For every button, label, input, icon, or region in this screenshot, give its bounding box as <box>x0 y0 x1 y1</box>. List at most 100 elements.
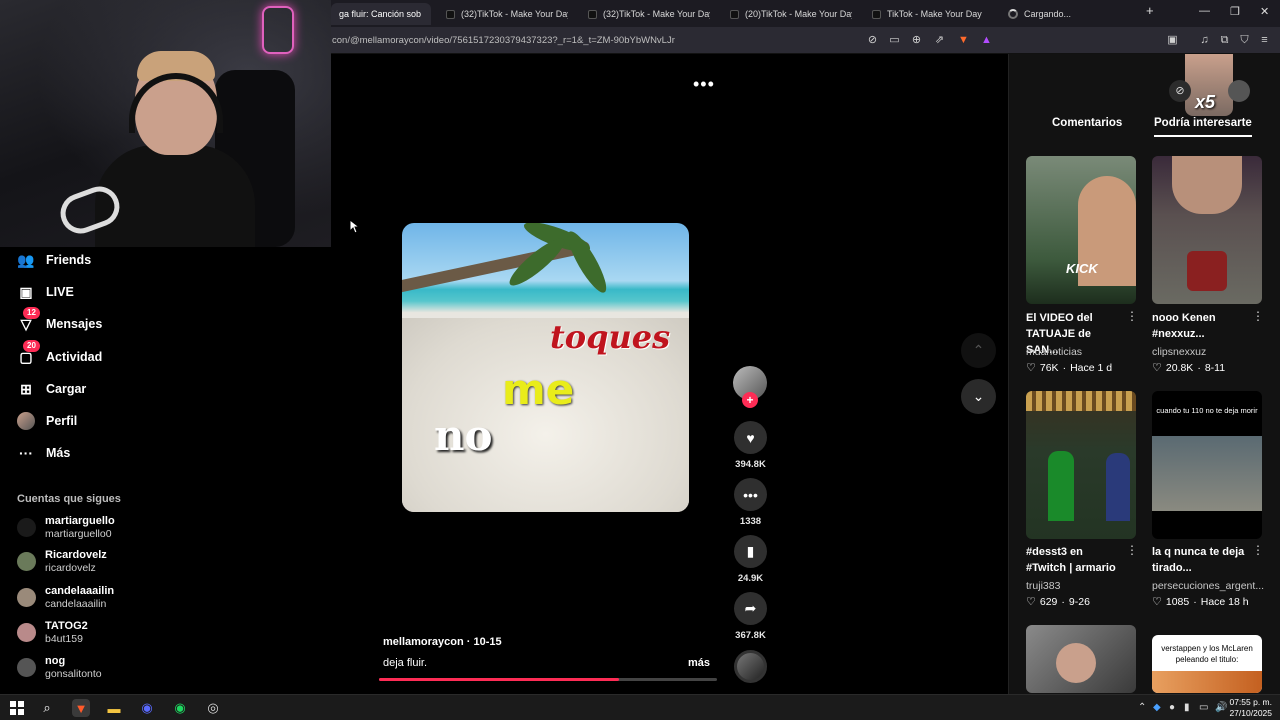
video-player[interactable]: toques me no <box>402 223 689 512</box>
sidebar-item-more[interactable]: ··· Más <box>17 443 70 463</box>
card-date: Hace 1 d <box>1070 361 1113 374</box>
windows-start-icon[interactable] <box>8 699 26 717</box>
tab-tiktok[interactable]: TikTok - Make Your Day <box>864 3 994 25</box>
recommended-video-thumbnail[interactable]: verstappen y los McLaren peleando el tit… <box>1152 635 1262 693</box>
card-title[interactable]: la q nunca te deja tirado... <box>1152 544 1252 576</box>
new-tab-button[interactable]: + <box>1146 3 1154 18</box>
card-author[interactable]: truji383 <box>1026 580 1060 592</box>
card-author[interactable]: clipsnexxuz <box>1152 346 1206 358</box>
previous-video-button[interactable]: ⌃ <box>961 333 996 368</box>
volume-icon[interactable]: 🔊 <box>1215 702 1227 713</box>
window-close-icon[interactable]: ✕ <box>1260 5 1269 18</box>
sidebar-item-profile[interactable]: Perfil <box>17 411 77 431</box>
kebab-menu-icon[interactable]: ⋮ <box>1252 309 1264 323</box>
card-title[interactable]: nooo Kenen #nexxuz... <box>1152 310 1252 342</box>
card-title[interactable]: #desst3 en #Twitch | armario <box>1026 544 1126 576</box>
discord-icon[interactable]: ◉ <box>138 699 156 717</box>
live-icon: ▣ <box>19 283 33 300</box>
zoom-icon[interactable]: ⊕ <box>910 34 923 47</box>
tab-comments[interactable]: Comentarios <box>1052 117 1122 129</box>
tab-tiktok[interactable]: (20)TikTok - Make Your Day <box>722 3 852 25</box>
bookmark-icon: ▮ <box>734 535 767 568</box>
following-account[interactable]: nog gonsalitonto <box>17 653 217 683</box>
share-button[interactable]: ➦ 367.8K <box>734 592 767 641</box>
tray-chevron-icon[interactable]: ⌃ <box>1138 702 1146 713</box>
sidebar-item-upload[interactable]: ⊞ Cargar <box>17 379 86 399</box>
loading-spinner-icon <box>1008 9 1018 19</box>
system-clock[interactable]: 07:55 p. m. 27/10/2025 <box>1229 697 1272 719</box>
menu-icon[interactable]: ≡ <box>1258 34 1271 47</box>
search-icon[interactable]: ⌕ <box>38 699 56 717</box>
tab-tiktok[interactable]: (32)TikTok - Make Your Day <box>580 3 710 25</box>
comment-count: 1338 <box>739 516 762 527</box>
spotify-icon[interactable]: ◉ <box>171 699 189 717</box>
file-explorer-icon[interactable]: ▬ <box>105 699 123 717</box>
card-date: 9-26 <box>1068 595 1090 608</box>
recommended-video-thumbnail[interactable] <box>1026 625 1136 693</box>
url-field[interactable]: con/@mellamoraycon/video/756151723037943… <box>332 35 675 46</box>
user-avatar[interactable] <box>1228 80 1250 102</box>
mute-icon[interactable]: ⊘ <box>866 34 879 47</box>
tab-label: (20)TikTok - Make Your Day <box>745 9 852 19</box>
video-progress-bar[interactable] <box>379 678 717 681</box>
account-username: ricardovelz <box>45 562 96 574</box>
tab-label: (32)TikTok - Make Your Day <box>461 9 568 19</box>
kebab-menu-icon[interactable]: ⋮ <box>1126 543 1138 557</box>
account-name: martiarguello <box>45 515 115 527</box>
video-creator[interactable]: mellamoraycon · 10-15 <box>383 636 502 648</box>
following-account[interactable]: martiarguello martiarguello0 <box>17 513 217 543</box>
follow-plus-icon[interactable]: + <box>742 392 758 408</box>
palm-frond <box>561 227 613 297</box>
more-button[interactable]: más <box>688 657 710 669</box>
recommended-video-thumbnail[interactable]: KICK <box>1026 156 1136 304</box>
network-icon[interactable]: ▭ <box>1199 702 1208 713</box>
brave-browser-icon[interactable]: ▼ <box>72 699 90 717</box>
sidebar-item-live[interactable]: ▣ LIVE <box>17 282 74 302</box>
recommended-video-thumbnail[interactable] <box>1026 391 1136 539</box>
following-account[interactable]: Ricardovelz ricardovelz <box>17 547 217 577</box>
avatar <box>17 588 36 607</box>
recommended-video-thumbnail[interactable] <box>1152 156 1262 304</box>
rewards-icon[interactable]: ▲ <box>980 34 993 47</box>
share-icon[interactable]: ⇗ <box>933 34 946 47</box>
next-video-button[interactable]: ⌄ <box>961 379 996 414</box>
card-meta: ♡ 76K · Hace 1 d <box>1026 361 1113 375</box>
screen-icon[interactable]: ▭ <box>888 34 901 47</box>
sidebar-item-friends[interactable]: 👥 Friends <box>17 250 91 270</box>
shield-icon[interactable]: ⛉ <box>1238 34 1251 47</box>
music-disc-icon[interactable] <box>734 650 767 683</box>
tab-tiktok[interactable]: (32)TikTok - Make Your Day <box>438 3 568 25</box>
save-button[interactable]: ▮ 24.9K <box>734 535 767 584</box>
following-account[interactable]: candelaaailin candelaaailin <box>17 583 217 613</box>
sidebar-item-activity[interactable]: ▢ 20 Actividad <box>17 340 102 367</box>
like-count: 394.8K <box>735 459 766 470</box>
tray-app-icon[interactable]: ◆ <box>1153 702 1161 713</box>
more-options-icon[interactable]: ••• <box>693 74 715 95</box>
music-icon[interactable]: ♫ <box>1198 34 1211 47</box>
compass-icon[interactable]: ⊘ <box>1169 80 1191 102</box>
kebab-menu-icon[interactable]: ⋮ <box>1252 543 1264 557</box>
comment-button[interactable]: ••• 1338 <box>734 478 767 527</box>
following-account[interactable]: TATOG2 b4ut159 <box>17 618 217 648</box>
streamer-shirt <box>95 145 255 247</box>
minimize-icon[interactable]: — <box>1199 5 1210 17</box>
tray-app-icon[interactable]: ● <box>1169 702 1175 713</box>
sidebar-item-messages[interactable]: ▽ 12 Mensajes <box>17 307 102 334</box>
brave-shield-icon[interactable]: ▼ <box>957 34 970 47</box>
kebab-menu-icon[interactable]: ⋮ <box>1126 309 1138 323</box>
sidebar-toggle-icon[interactable]: ▣ <box>1166 34 1179 47</box>
obs-icon[interactable]: ◎ <box>204 699 222 717</box>
tray-app-icon[interactable]: ▮ <box>1184 702 1190 713</box>
restore-icon[interactable]: ❐ <box>1230 5 1240 18</box>
extensions-icon[interactable]: ⧉ <box>1218 34 1231 47</box>
sidebar-item-label: LIVE <box>46 285 74 299</box>
recommended-video-thumbnail[interactable]: cuando tu 110 no te deja morir <box>1152 391 1262 539</box>
card-author[interactable]: persecuciones_argent... <box>1152 580 1264 592</box>
like-button[interactable]: ♥ 394.8K <box>734 421 767 470</box>
tab-loading[interactable]: Cargando... <box>1000 3 1130 25</box>
tab-recommended[interactable]: Podría interesarte <box>1154 117 1252 137</box>
friends-icon: 👥 <box>17 251 35 268</box>
card-author[interactable]: mdanoticias <box>1026 346 1082 358</box>
avatar <box>17 552 36 571</box>
tab-active[interactable]: ga fluir: Canción sob ✕ <box>331 3 431 25</box>
